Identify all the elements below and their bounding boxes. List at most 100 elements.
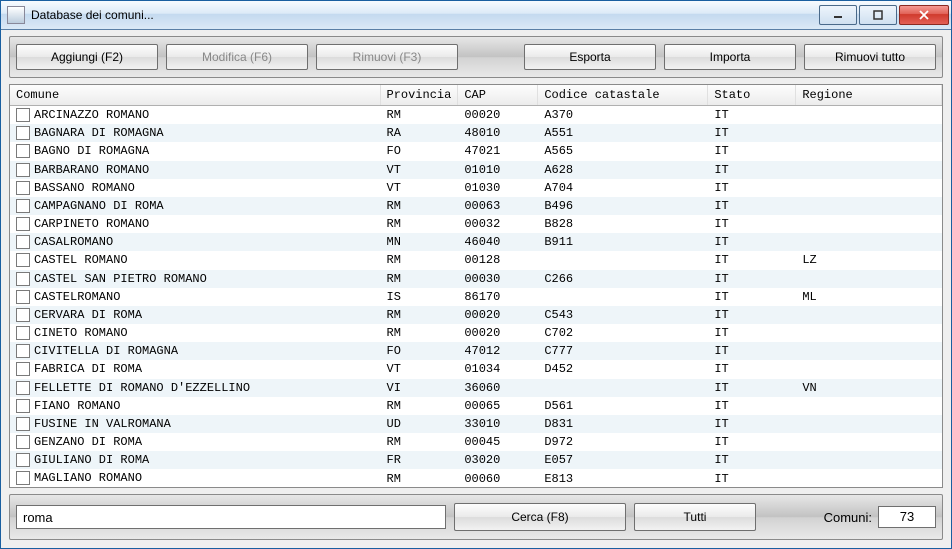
row-checkbox[interactable] bbox=[16, 435, 30, 449]
cell-comune: ARCINAZZO ROMANO bbox=[34, 108, 149, 122]
row-checkbox[interactable] bbox=[16, 326, 30, 340]
cell-regione: ML bbox=[796, 288, 942, 306]
cell-stato: IT bbox=[708, 197, 796, 215]
table-row[interactable]: FUSINE IN VALROMANAUD33010D831IT bbox=[10, 415, 942, 433]
table-row[interactable]: CERVARA DI ROMARM00020C543IT bbox=[10, 306, 942, 324]
close-button[interactable] bbox=[899, 5, 949, 25]
table-row[interactable]: CAMPAGNANO DI ROMARM00063B496IT bbox=[10, 197, 942, 215]
table-row[interactable]: GIULIANO DI ROMAFR03020E057IT bbox=[10, 451, 942, 469]
table-scroll[interactable]: Comune Provincia CAP Codice catastale St… bbox=[10, 85, 942, 487]
cell-provincia: FO bbox=[380, 142, 458, 160]
row-checkbox[interactable] bbox=[16, 471, 30, 485]
table-row[interactable]: CINETO ROMANORM00020C702IT bbox=[10, 324, 942, 342]
table-row[interactable]: GENZANO DI ROMARM00045D972IT bbox=[10, 433, 942, 451]
maximize-button[interactable] bbox=[859, 5, 897, 25]
cell-codice: D452 bbox=[538, 360, 708, 378]
cell-provincia: IS bbox=[380, 288, 458, 306]
import-button[interactable]: Importa bbox=[664, 44, 796, 70]
cell-comune: GIULIANO DI ROMA bbox=[34, 453, 149, 467]
cell-cap: 00032 bbox=[458, 215, 538, 233]
row-checkbox[interactable] bbox=[16, 144, 30, 158]
col-stato[interactable]: Stato bbox=[708, 85, 796, 106]
table-row[interactable]: BARBARANO ROMANOVT01010A628IT bbox=[10, 161, 942, 179]
cell-comune: BAGNO DI ROMAGNA bbox=[34, 145, 149, 159]
cell-provincia: VT bbox=[380, 161, 458, 179]
row-checkbox[interactable] bbox=[16, 126, 30, 140]
table-row[interactable]: BAGNARA DI ROMAGNARA48010A551IT bbox=[10, 124, 942, 142]
row-checkbox[interactable] bbox=[16, 290, 30, 304]
count-label: Comuni: bbox=[824, 510, 872, 525]
row-checkbox[interactable] bbox=[16, 453, 30, 467]
cell-provincia: UD bbox=[380, 415, 458, 433]
cell-comune: GENZANO DI ROMA bbox=[34, 435, 142, 449]
cell-regione bbox=[796, 161, 942, 179]
cell-provincia: RM bbox=[380, 469, 458, 487]
data-table: Comune Provincia CAP Codice catastale St… bbox=[10, 85, 942, 487]
row-checkbox[interactable] bbox=[16, 417, 30, 431]
col-comune[interactable]: Comune bbox=[10, 85, 380, 106]
cell-cap: 47012 bbox=[458, 342, 538, 360]
cell-stato: IT bbox=[708, 270, 796, 288]
edit-button[interactable]: Modifica (F6) bbox=[166, 44, 308, 70]
cell-cap: 36060 bbox=[458, 379, 538, 397]
minimize-button[interactable] bbox=[819, 5, 857, 25]
titlebar[interactable]: Database dei comuni... bbox=[1, 1, 951, 30]
cell-codice: C777 bbox=[538, 342, 708, 360]
row-checkbox[interactable] bbox=[16, 344, 30, 358]
table-row[interactable]: CASTELROMANOIS86170ITML bbox=[10, 288, 942, 306]
col-codice[interactable]: Codice catastale bbox=[538, 85, 708, 106]
col-provincia[interactable]: Provincia bbox=[380, 85, 458, 106]
table-row[interactable]: CASALROMANOMN46040B911IT bbox=[10, 233, 942, 251]
cell-stato: IT bbox=[708, 433, 796, 451]
cell-cap: 48010 bbox=[458, 124, 538, 142]
cell-regione bbox=[796, 106, 942, 125]
table-row[interactable]: CASTEL ROMANORM00128ITLZ bbox=[10, 251, 942, 269]
table-row[interactable]: FIANO ROMANORM00065D561IT bbox=[10, 397, 942, 415]
row-checkbox[interactable] bbox=[16, 253, 30, 267]
add-button[interactable]: Aggiungi (F2) bbox=[16, 44, 158, 70]
table-row[interactable]: MAGLIANO ROMANORM00060E813IT bbox=[10, 469, 942, 487]
col-cap[interactable]: CAP bbox=[458, 85, 538, 106]
row-checkbox[interactable] bbox=[16, 163, 30, 177]
cell-regione bbox=[796, 397, 942, 415]
cell-cap: 00063 bbox=[458, 197, 538, 215]
cell-comune: BARBARANO ROMANO bbox=[34, 163, 149, 177]
search-input[interactable] bbox=[16, 505, 446, 529]
table-row[interactable]: BASSANO ROMANOVT01030A704IT bbox=[10, 179, 942, 197]
search-button[interactable]: Cerca (F8) bbox=[454, 503, 626, 531]
row-checkbox[interactable] bbox=[16, 199, 30, 213]
table-row[interactable]: CARPINETO ROMANORM00032B828IT bbox=[10, 215, 942, 233]
table-row[interactable]: CASTEL SAN PIETRO ROMANORM00030C266IT bbox=[10, 270, 942, 288]
row-checkbox[interactable] bbox=[16, 217, 30, 231]
table-row[interactable]: ARCINAZZO ROMANORM00020A370IT bbox=[10, 106, 942, 125]
row-checkbox[interactable] bbox=[16, 381, 30, 395]
table-row[interactable]: FABRICA DI ROMAVT01034D452IT bbox=[10, 360, 942, 378]
cell-codice: B911 bbox=[538, 233, 708, 251]
cell-regione bbox=[796, 324, 942, 342]
cell-comune: FELLETTE DI ROMANO D'EZZELLINO bbox=[34, 381, 250, 395]
cell-codice bbox=[538, 251, 708, 269]
table-row[interactable]: BAGNO DI ROMAGNAFO47021A565IT bbox=[10, 142, 942, 160]
cell-stato: IT bbox=[708, 106, 796, 125]
cell-regione bbox=[796, 306, 942, 324]
row-checkbox[interactable] bbox=[16, 235, 30, 249]
cell-stato: IT bbox=[708, 233, 796, 251]
cell-codice: C266 bbox=[538, 270, 708, 288]
table-row[interactable]: FELLETTE DI ROMANO D'EZZELLINOVI36060ITV… bbox=[10, 379, 942, 397]
row-checkbox[interactable] bbox=[16, 362, 30, 376]
row-checkbox[interactable] bbox=[16, 308, 30, 322]
row-checkbox[interactable] bbox=[16, 181, 30, 195]
remove-button[interactable]: Rimuovi (F3) bbox=[316, 44, 458, 70]
cell-stato: IT bbox=[708, 306, 796, 324]
remove-all-button[interactable]: Rimuovi tutto bbox=[804, 44, 936, 70]
export-button[interactable]: Esporta bbox=[524, 44, 656, 70]
cell-codice: A628 bbox=[538, 161, 708, 179]
col-regione[interactable]: Regione bbox=[796, 85, 942, 106]
row-checkbox[interactable] bbox=[16, 272, 30, 286]
cell-provincia: RA bbox=[380, 124, 458, 142]
cell-comune: MAGLIANO ROMANO bbox=[34, 472, 142, 486]
all-button[interactable]: Tutti bbox=[634, 503, 756, 531]
table-row[interactable]: CIVITELLA DI ROMAGNAFO47012C777IT bbox=[10, 342, 942, 360]
row-checkbox[interactable] bbox=[16, 399, 30, 413]
row-checkbox[interactable] bbox=[16, 108, 30, 122]
